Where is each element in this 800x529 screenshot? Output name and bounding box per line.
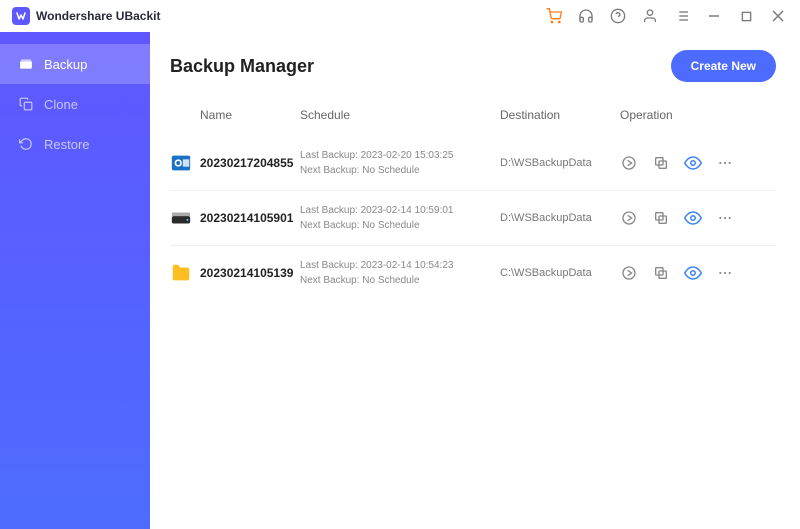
sidebar-item-label: Restore [44,137,90,152]
backup-destination: D:\WSBackupData [500,212,620,224]
create-new-button[interactable]: Create New [671,50,776,82]
view-button[interactable] [684,209,702,227]
menu-icon[interactable] [668,2,696,30]
account-icon[interactable] [636,2,664,30]
backup-row: 20230214105139Last Backup: 2023-02-14 10… [170,245,776,300]
close-button[interactable] [764,2,792,30]
help-icon[interactable] [604,2,632,30]
app-logo-icon [12,7,30,25]
copy-button[interactable] [652,264,670,282]
copy-button[interactable] [652,154,670,172]
col-operation: Operation [620,108,776,122]
backup-name: 20230214105139 [200,266,300,280]
view-button[interactable] [684,264,702,282]
app-title: Wondershare UBackit [36,9,160,23]
app-logo-group: Wondershare UBackit [12,7,160,25]
folder-icon [170,262,192,284]
table-header: Name Schedule Destination Operation [170,108,776,132]
page-title: Backup Manager [170,56,314,77]
backup-list: 20230217204855Last Backup: 2023-02-20 15… [170,136,776,300]
outlook-icon [170,152,192,174]
clone-icon [18,96,34,112]
run-backup-button[interactable] [620,264,638,282]
backup-destination: D:\WSBackupData [500,157,620,169]
more-button[interactable] [716,154,734,172]
backup-destination: C:\WSBackupData [500,267,620,279]
titlebar-icons [540,2,792,30]
backup-operations [620,264,776,282]
more-button[interactable] [716,264,734,282]
sidebar-item-restore[interactable]: Restore [0,124,150,164]
sidebar-item-clone[interactable]: Clone [0,84,150,124]
col-schedule: Schedule [300,108,500,122]
titlebar: Wondershare UBackit [0,0,800,32]
backup-name: 20230214105901 [200,211,300,225]
col-destination: Destination [500,108,620,122]
sidebar: Backup Clone Restore [0,32,150,529]
restore-icon [18,136,34,152]
more-button[interactable] [716,209,734,227]
backup-icon [18,56,34,72]
support-icon[interactable] [572,2,600,30]
cart-icon[interactable] [540,2,568,30]
sidebar-item-label: Backup [44,57,87,72]
run-backup-button[interactable] [620,154,638,172]
backup-schedule: Last Backup: 2023-02-20 15:03:25Next Bac… [300,148,500,178]
page-header: Backup Manager Create New [170,50,776,82]
minimize-button[interactable] [700,2,728,30]
backup-operations [620,209,776,227]
backup-schedule: Last Backup: 2023-02-14 10:54:23Next Bac… [300,258,500,288]
view-button[interactable] [684,154,702,172]
col-name: Name [200,108,300,122]
backup-row: 20230214105901Last Backup: 2023-02-14 10… [170,190,776,245]
backup-operations [620,154,776,172]
maximize-button[interactable] [732,2,760,30]
run-backup-button[interactable] [620,209,638,227]
backup-name: 20230217204855 [200,156,300,170]
backup-row: 20230217204855Last Backup: 2023-02-20 15… [170,136,776,190]
disk-icon [170,207,192,229]
sidebar-item-label: Clone [44,97,78,112]
copy-button[interactable] [652,209,670,227]
sidebar-item-backup[interactable]: Backup [0,44,150,84]
content-area: Backup Manager Create New Name Schedule … [150,32,800,529]
backup-schedule: Last Backup: 2023-02-14 10:59:01Next Bac… [300,203,500,233]
